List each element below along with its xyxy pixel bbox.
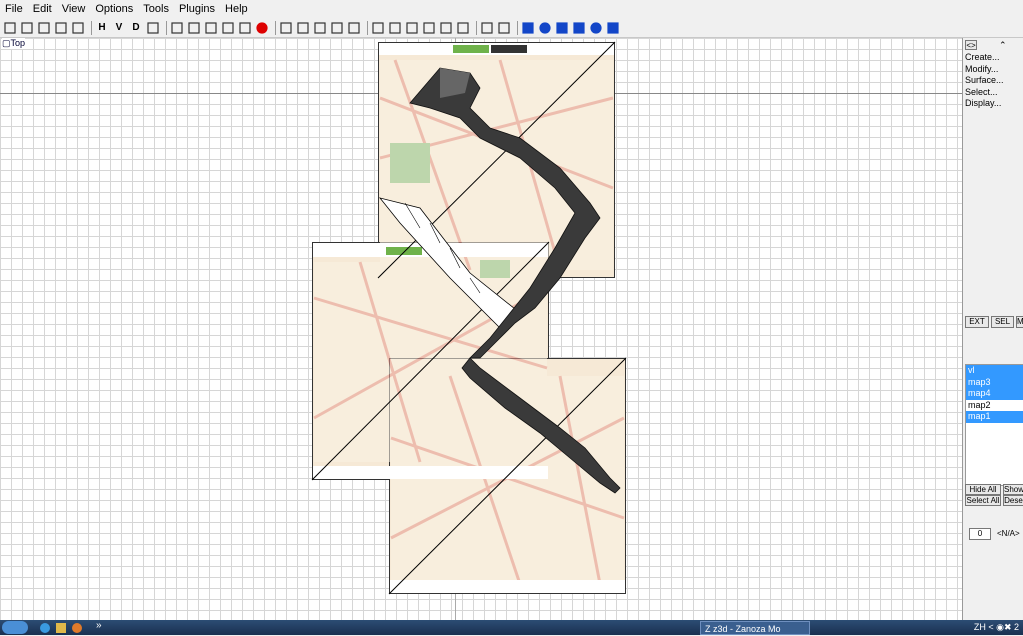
collapse-button[interactable]: <>: [965, 40, 977, 50]
viewport-label: ▢Top: [2, 38, 26, 49]
sel-button[interactable]: SEL: [991, 316, 1014, 328]
select-icon[interactable]: [170, 21, 184, 35]
zoom-icon[interactable]: [279, 21, 293, 35]
cone-prim-icon[interactable]: [572, 21, 586, 35]
cylinder-prim-icon[interactable]: [555, 21, 569, 35]
view-persp-icon[interactable]: [238, 21, 252, 35]
start-orb-icon[interactable]: [2, 621, 28, 634]
menu-edit[interactable]: Edit: [28, 0, 57, 18]
show-button[interactable]: Show: [1003, 484, 1023, 495]
view-side-icon[interactable]: [221, 21, 235, 35]
edge-icon[interactable]: [388, 21, 402, 35]
toolbar-separator: [91, 20, 92, 35]
pan-hand-icon[interactable]: [296, 21, 310, 35]
view-front-icon[interactable]: [204, 21, 218, 35]
layer-item-map2[interactable]: map2: [966, 400, 1023, 412]
view-v-button[interactable]: V: [112, 21, 126, 35]
layer-item-map1[interactable]: map1: [966, 411, 1023, 423]
menu-options[interactable]: Options: [90, 0, 138, 18]
taskbar: » Z z3d - Zanoza Mo ZH < ◉✖ 2: [0, 620, 1023, 635]
grid-icon[interactable]: [439, 21, 453, 35]
quicklaunch-media-icon[interactable]: [72, 623, 82, 633]
torus-prim-icon[interactable]: [589, 21, 603, 35]
command-create[interactable]: Create...: [963, 52, 1023, 64]
quicklaunch-folder-icon[interactable]: [56, 623, 66, 633]
toolbar-separator: [275, 20, 276, 35]
taskbar-item-z3d[interactable]: Z z3d - Zanoza Mo: [700, 621, 810, 635]
layer-item-map4[interactable]: map4: [966, 388, 1023, 400]
toolbar-separator: [517, 20, 518, 35]
print-icon[interactable]: [71, 21, 85, 35]
zoom-box-icon[interactable]: [313, 21, 327, 35]
command-modify[interactable]: Modify...: [963, 64, 1023, 76]
sphere-prim-icon[interactable]: [538, 21, 552, 35]
viewport-top[interactable]: ▢Top: [0, 38, 962, 620]
panel-scroll-up-icon[interactable]: ⌃: [999, 40, 1007, 51]
box-prim-icon[interactable]: [521, 21, 535, 35]
menu-tools[interactable]: Tools: [138, 0, 174, 18]
view-top-icon[interactable]: [187, 21, 201, 35]
menu-help[interactable]: Help: [220, 0, 253, 18]
side-panel: <> ⌃ Create... Modify... Surface... Select.…: [962, 38, 1023, 620]
command-display[interactable]: Display...: [963, 98, 1023, 110]
na-label: <N/A>: [997, 529, 1020, 538]
menu-plugins[interactable]: Plugins: [174, 0, 220, 18]
new-file-icon[interactable]: [3, 21, 17, 35]
menu-bar: File Edit View Options Tools Plugins Help: [0, 0, 1023, 18]
lasso-icon[interactable]: [497, 21, 511, 35]
open-folder-icon[interactable]: [20, 21, 34, 35]
hide-all-button[interactable]: Hide All: [965, 484, 1001, 495]
scene-geometry: [311, 41, 627, 595]
quicklaunch-ie-icon[interactable]: [40, 623, 50, 633]
save-as-icon[interactable]: [54, 21, 68, 35]
layer-item-map3[interactable]: map3: [966, 376, 1023, 388]
snap-icon[interactable]: [146, 21, 160, 35]
layer-item-vl[interactable]: vl: [966, 365, 1023, 377]
zoom-all-icon[interactable]: [347, 21, 361, 35]
object-icon[interactable]: [422, 21, 436, 35]
toolbar-separator: [166, 20, 167, 35]
ext-button[interactable]: EXT: [965, 316, 989, 328]
render-sphere-icon[interactable]: [255, 21, 269, 35]
toolbar: HVD: [0, 18, 1023, 38]
layer-list[interactable]: vl map3 map4 map2 map1: [965, 364, 1023, 486]
command-surface[interactable]: Surface...: [963, 75, 1023, 87]
measure-icon[interactable]: [456, 21, 470, 35]
command-list: Create... Modify... Surface... Select... Dis…: [963, 52, 1023, 110]
view-d-button[interactable]: D: [129, 21, 143, 35]
select-all-button[interactable]: Select All: [965, 495, 1001, 506]
rect-select-icon[interactable]: [480, 21, 494, 35]
toolbar-separator: [367, 20, 368, 35]
system-tray: ZH < ◉✖ 2: [973, 622, 1019, 632]
value-spinner[interactable]: 0: [969, 528, 991, 540]
save-icon[interactable]: [37, 21, 51, 35]
menu-view[interactable]: View: [57, 0, 91, 18]
menu-file[interactable]: File: [0, 0, 28, 18]
zoom-extents-icon[interactable]: [330, 21, 344, 35]
face-icon[interactable]: [405, 21, 419, 35]
vertex-icon[interactable]: [371, 21, 385, 35]
toolbar-separator: [476, 20, 477, 35]
deselect-button[interactable]: Dese: [1003, 495, 1023, 506]
quicklaunch-expand-icon[interactable]: »: [96, 620, 102, 631]
view-h-button[interactable]: H: [95, 21, 109, 35]
command-select[interactable]: Select...: [963, 87, 1023, 99]
m-button[interactable]: M: [1016, 316, 1023, 328]
teapot-prim-icon[interactable]: [606, 21, 620, 35]
